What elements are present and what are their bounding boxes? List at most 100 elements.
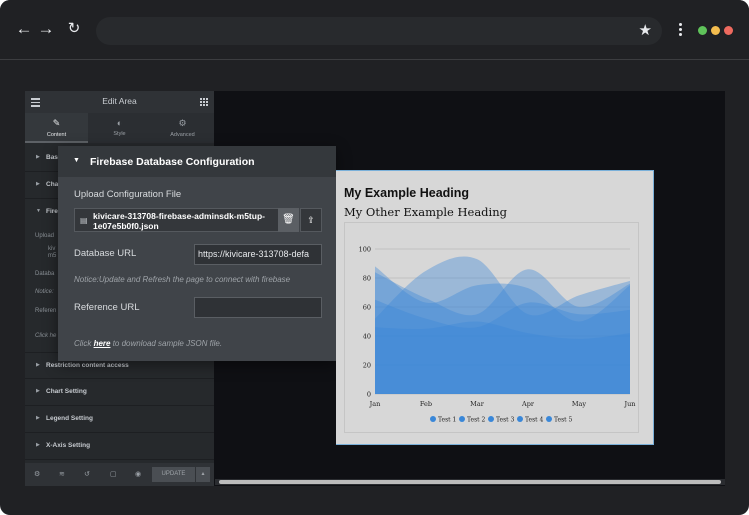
chart-container: 0 20 40 60 80 100 Jan Feb Mar Apr May Jun Test 1 Test… (344, 222, 639, 433)
update-button[interactable]: UPDATE (152, 467, 195, 482)
section-label: Fire (46, 208, 58, 215)
caret-right-icon: ▶ (36, 442, 40, 448)
delete-file-button[interactable]: 🗑 (278, 208, 299, 232)
y-tick-label: 20 (363, 362, 371, 370)
legend-label: Test 5 (554, 417, 572, 424)
forward-icon[interactable]: → (37, 20, 55, 38)
file-name: kivicare-313708-firebase-adminsdk-m5tup-… (93, 211, 265, 231)
widgets-grid-icon[interactable] (200, 98, 208, 106)
upload-label: Upload Configuration File (74, 189, 182, 200)
legend-swatch (430, 416, 436, 422)
legend-swatch (488, 416, 494, 422)
x-tick-label: Feb (420, 400, 432, 408)
ghost-label: kiv (48, 246, 56, 252)
horizontal-scrollbar[interactable] (215, 479, 725, 485)
y-tick-label: 80 (363, 275, 371, 283)
ghost-label: Databa (35, 271, 55, 277)
y-tick-label: 100 (359, 246, 371, 254)
hint-suffix: to download sample JSON file. (110, 339, 223, 348)
address-bar[interactable]: ★ (96, 17, 662, 45)
legend-swatch (459, 416, 465, 422)
caret-right-icon: ▶ (36, 154, 40, 160)
tab-label: Advanced (170, 132, 195, 138)
layers-icon[interactable]: ≋ (59, 470, 65, 478)
widget-preview[interactable]: My Example Heading My Other Example Head… (336, 170, 654, 445)
browser-window: ← → ↻ ★ Edit Area ✎ Content ◐ Style ⚙ Ad… (0, 0, 749, 515)
legend-swatch (517, 416, 523, 422)
preview-heading: My Example Heading (344, 186, 470, 200)
caret-right-icon: ▶ (36, 415, 40, 421)
firebase-config-popover: ▼ Firebase Database Configuration Upload… (58, 146, 336, 361)
history-icon[interactable]: ↺ (84, 470, 90, 478)
window-red-dot[interactable] (724, 26, 733, 35)
legend-label: Test 3 (496, 417, 514, 424)
section-label: Chart Setting (46, 388, 87, 395)
section-label: Restriction content access (46, 362, 129, 369)
panel-tabs: ✎ Content ◐ Style ⚙ Advanced (25, 113, 214, 143)
x-tick-label: Mar (470, 400, 485, 408)
trash-icon: 🗑 (282, 214, 295, 225)
tab-content[interactable]: ✎ Content (25, 113, 88, 143)
caret-right-icon: ▶ (36, 362, 40, 368)
x-tick-label: Apr (521, 400, 535, 408)
bookmark-star-icon[interactable]: ★ (639, 21, 652, 41)
upload-file-button[interactable]: ⇪ (300, 208, 322, 232)
reload-icon[interactable]: ↻ (65, 20, 83, 38)
download-sample-link[interactable]: here (94, 339, 111, 348)
tab-style[interactable]: ◐ Style (88, 113, 151, 143)
y-tick-label: 60 (363, 304, 371, 312)
update-options-button[interactable]: ▴ (196, 467, 210, 482)
responsive-icon[interactable]: ▢ (110, 470, 117, 478)
ghost-label: m5 (48, 253, 57, 259)
panel-footer: ⚙ ≋ ↺ ▢ ◉ UPDATE ▴ (25, 463, 214, 486)
hint-prefix: Click (74, 339, 94, 348)
notice-text: Notice:Update and Refresh the page to co… (74, 275, 291, 284)
popover-header[interactable]: ▼ Firebase Database Configuration (58, 146, 336, 177)
settings-icon[interactable]: ⚙ (34, 470, 40, 478)
reference-url-input[interactable] (194, 297, 322, 318)
browser-toolbar: ← → ↻ ★ (0, 0, 749, 60)
window-green-dot[interactable] (698, 26, 707, 35)
section-x-axis-setting[interactable]: ▶ X-Axis Setting (25, 433, 214, 460)
tab-label: Content (46, 132, 67, 138)
reference-url-label: Reference URL (74, 302, 140, 313)
tab-label: Style (113, 131, 126, 137)
tab-advanced[interactable]: ⚙ Advanced (151, 113, 214, 143)
section-label: Legend Setting (46, 415, 93, 422)
x-tick-label: Jan (369, 400, 381, 408)
legend-label: Test 2 (467, 417, 485, 424)
database-url-input[interactable]: https://kivicare-313708-defa (194, 244, 322, 265)
x-tick-label: May (572, 400, 587, 408)
caret-right-icon: ▶ (36, 388, 40, 394)
caret-down-icon: ▼ (73, 157, 80, 164)
contrast-icon: ◐ (116, 118, 123, 128)
section-chart-setting[interactable]: ▶ Chart Setting (25, 379, 214, 406)
caret-down-icon: ▼ (36, 208, 41, 214)
uploaded-file-field[interactable]: ▤ kivicare-313708-firebase-adminsdk-m5tu… (74, 208, 280, 232)
preview-subheading: My Other Example Heading (344, 205, 507, 219)
scrollbar-thumb[interactable] (219, 480, 721, 484)
ghost-label: Upload (35, 233, 55, 239)
file-icon: ▤ (80, 216, 88, 225)
back-icon[interactable]: ← (15, 20, 33, 38)
ghost-label: Notice: (35, 289, 54, 295)
download-hint: Click here to download sample JSON file. (74, 339, 222, 348)
pencil-icon: ✎ (52, 118, 61, 128)
panel-title: Edit Area (102, 96, 137, 106)
browser-menu-icon[interactable] (679, 23, 683, 39)
popover-title: Firebase Database Configuration (90, 156, 255, 168)
panel-header: Edit Area (25, 91, 214, 113)
preview-eye-icon[interactable]: ◉ (135, 470, 141, 478)
legend-label: Test 1 (438, 417, 456, 424)
legend-label: Test 4 (525, 417, 543, 424)
section-label: X-Axis Setting (46, 442, 91, 449)
ghost-label: Click he (35, 333, 57, 339)
legend-swatch (546, 416, 552, 422)
ghost-label: Referen (35, 308, 57, 314)
y-tick-label: 40 (363, 333, 371, 341)
caret-right-icon: ▶ (36, 181, 40, 187)
gear-icon: ⚙ (178, 118, 187, 128)
y-tick-label: 0 (367, 391, 371, 399)
section-legend-setting[interactable]: ▶ Legend Setting (25, 406, 214, 433)
window-yellow-dot[interactable] (711, 26, 720, 35)
